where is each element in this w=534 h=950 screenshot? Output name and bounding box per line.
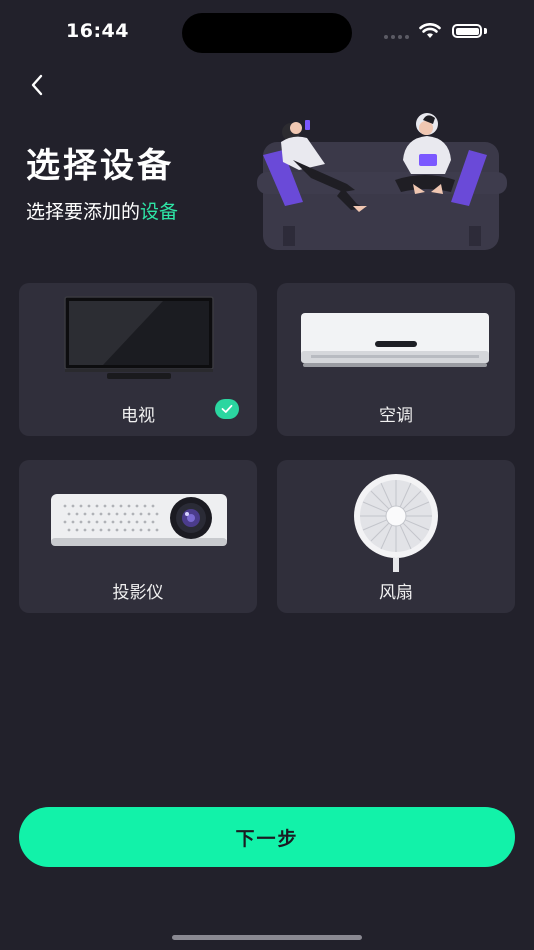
projector-icon	[51, 494, 227, 546]
status-bar: 16:44	[0, 0, 534, 60]
fan-icon	[354, 474, 438, 572]
couch-people-illustration	[257, 113, 507, 250]
cellular-signal-icon	[384, 35, 409, 39]
battery-icon	[452, 24, 482, 38]
subtitle-text: 选择要添加的	[26, 201, 141, 223]
page-title: 选择设备	[26, 146, 174, 186]
device-card-projector[interactable]: 投影仪	[19, 460, 257, 613]
device-card-tv[interactable]: 电视	[19, 283, 257, 436]
home-indicator	[172, 935, 362, 940]
device-label: 投影仪	[112, 583, 164, 603]
status-time: 16:44	[66, 20, 129, 42]
air-conditioner-icon	[301, 313, 489, 367]
next-button[interactable]: 下一步	[19, 807, 515, 867]
subtitle-accent: 设备	[140, 201, 179, 223]
check-icon	[215, 399, 239, 419]
back-button[interactable]	[22, 70, 52, 100]
chevron-left-icon	[31, 74, 43, 96]
page-subtitle: 选择要添加的设备	[26, 197, 178, 224]
wifi-icon	[419, 23, 441, 38]
tv-icon	[64, 296, 214, 379]
device-label: 空调	[379, 406, 413, 426]
device-card-fan[interactable]: 风扇	[277, 460, 515, 613]
device-card-air-conditioner[interactable]: 空调	[277, 283, 515, 436]
device-label: 风扇	[379, 583, 413, 603]
dynamic-island	[182, 13, 352, 53]
